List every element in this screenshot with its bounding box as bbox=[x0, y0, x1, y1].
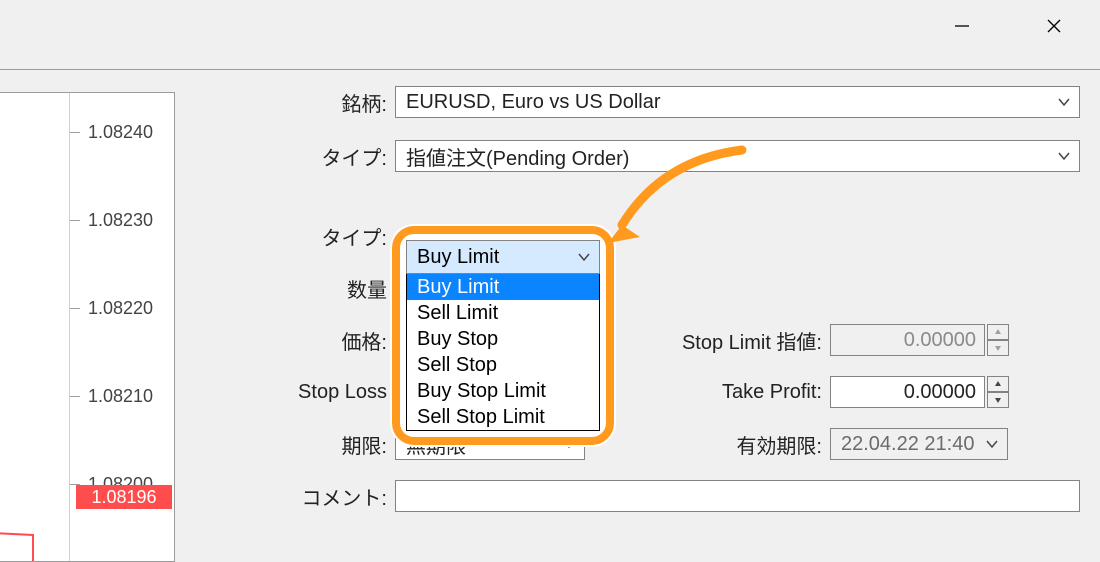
spinner-down bbox=[987, 340, 1009, 356]
current-price-tag: 1.08196 bbox=[76, 485, 172, 509]
takeprofit-spinner[interactable] bbox=[987, 376, 1009, 408]
pending-type-selected: Buy Limit bbox=[417, 246, 499, 269]
chart-panel: 1.08240 1.08230 1.08220 1.08210 1.08200 … bbox=[0, 92, 175, 562]
symbol-select[interactable]: EURUSD, Euro vs US Dollar bbox=[395, 86, 1080, 118]
dropdown-option[interactable]: Buy Stop Limit bbox=[407, 378, 599, 404]
chevron-down-icon bbox=[1057, 95, 1071, 109]
spinner-down[interactable] bbox=[987, 392, 1009, 408]
price-label: 価格: bbox=[280, 326, 395, 355]
takeprofit-input[interactable]: 0.00000 bbox=[830, 376, 985, 408]
comment-label: コメント: bbox=[280, 482, 395, 511]
dropdown-option[interactable]: Sell Stop Limit bbox=[407, 404, 599, 430]
chart-line bbox=[0, 361, 71, 561]
chevron-down-icon bbox=[985, 437, 999, 451]
order-type-label: タイプ: bbox=[280, 142, 395, 171]
order-type-value: 指値注文(Pending Order) bbox=[406, 142, 629, 171]
expiry-date-select: 22.04.22 21:40 bbox=[830, 428, 1008, 460]
axis-tick: 1.08210 bbox=[70, 385, 174, 407]
stoplimit-spinner bbox=[987, 324, 1009, 356]
stoplimit-label: Stop Limit 指値: bbox=[660, 326, 830, 355]
minimize-button[interactable] bbox=[916, 0, 1008, 52]
takeprofit-label: Take Profit: bbox=[660, 381, 830, 404]
comment-input[interactable] bbox=[395, 480, 1080, 512]
pending-type-select[interactable]: Buy Limit bbox=[406, 240, 600, 274]
spinner-up bbox=[987, 324, 1009, 340]
close-icon bbox=[1045, 17, 1063, 35]
pending-type-options: Buy Limit Sell Limit Buy Stop Sell Stop … bbox=[406, 274, 600, 431]
dropdown-option[interactable]: Buy Limit bbox=[407, 274, 599, 300]
symbol-value: EURUSD, Euro vs US Dollar bbox=[406, 91, 661, 114]
pending-type-label: タイプ: bbox=[280, 222, 395, 251]
stoploss-label: Stop Loss bbox=[280, 381, 395, 404]
dropdown-option[interactable]: Sell Limit bbox=[407, 300, 599, 326]
axis-tick: 1.08240 bbox=[70, 121, 174, 143]
spinner-up[interactable] bbox=[987, 376, 1009, 392]
close-button[interactable] bbox=[1008, 0, 1100, 52]
volume-label: 数量 bbox=[280, 274, 395, 303]
chevron-down-icon bbox=[1057, 149, 1071, 163]
axis-tick: 1.08220 bbox=[70, 297, 174, 319]
minimize-icon bbox=[953, 17, 971, 35]
dropdown-option[interactable]: Buy Stop bbox=[407, 326, 599, 352]
stoplimit-input: 0.00000 bbox=[830, 324, 985, 356]
pending-type-dropdown-highlight: Buy Limit Buy Limit Sell Limit Buy Stop … bbox=[392, 226, 614, 445]
expiry-date-label: 有効期限: bbox=[660, 430, 830, 459]
dropdown-option[interactable]: Sell Stop bbox=[407, 352, 599, 378]
symbol-label: 銘柄: bbox=[280, 88, 395, 117]
expiry-date-value: 22.04.22 21:40 bbox=[841, 433, 974, 456]
chart-y-axis: 1.08240 1.08230 1.08220 1.08210 1.08200 … bbox=[69, 93, 174, 561]
chevron-down-icon bbox=[577, 250, 591, 264]
axis-tick: 1.08230 bbox=[70, 209, 174, 231]
title-bar bbox=[0, 0, 1100, 70]
expiry-type-label: 期限: bbox=[280, 430, 395, 459]
order-type-select[interactable]: 指値注文(Pending Order) bbox=[395, 140, 1080, 172]
